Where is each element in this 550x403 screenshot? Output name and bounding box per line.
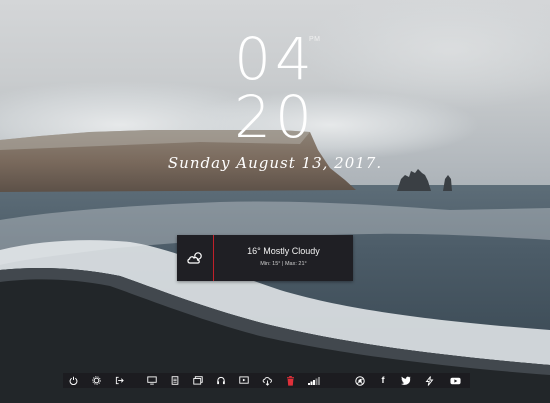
trash-icon[interactable] [283,373,297,388]
signal-icon[interactable] [307,373,321,388]
cloud-download-icon[interactable] [260,373,274,388]
chrome-icon[interactable] [353,373,367,388]
logout-icon[interactable] [112,373,126,388]
weather-range: Min: 15° | Max: 21° [260,261,307,267]
gallery-icon[interactable] [191,373,205,388]
clock-minutes: 20 [234,83,316,151]
cloud-sun-icon [187,252,202,264]
bolt-icon[interactable] [422,373,436,388]
weather-summary: 16° Mostly Cloudy [247,246,320,256]
beach [0,201,550,403]
facebook-glyph: f [381,375,385,385]
headphones-icon[interactable] [214,373,228,388]
taskbar: f [63,373,470,388]
clock-ampm: PM [309,36,321,43]
weather-widget[interactable]: 16° Mostly Cloudy Min: 15° | Max: 21° [177,235,353,281]
video-player-icon[interactable] [237,373,251,388]
settings-icon[interactable] [89,373,103,388]
document-icon[interactable] [168,373,182,388]
monitor-icon[interactable] [145,373,159,388]
date-label: Sunday August 13, 2017. [167,154,383,172]
twitter-icon[interactable] [399,373,413,388]
power-icon[interactable] [66,373,80,388]
clock-hours: 04 [234,25,316,93]
youtube-icon[interactable] [448,373,462,388]
facebook-icon[interactable]: f [376,373,390,388]
weather-icon-box [177,235,214,281]
